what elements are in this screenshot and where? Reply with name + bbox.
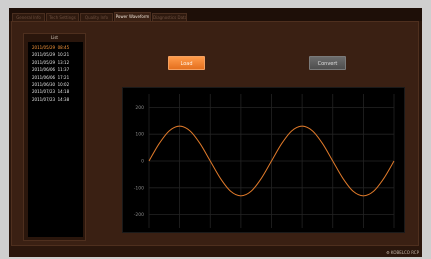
convert-button[interactable]: Convert	[309, 56, 346, 70]
list-item[interactable]: 2011/05/29 08:45	[32, 45, 69, 50]
tab-diagnostics-data[interactable]: Diagnostics Data	[152, 13, 187, 21]
list-item[interactable]: 2011/05/29 13:12	[32, 60, 69, 65]
waveform-chart: 200 100 0 -100 -200	[122, 87, 405, 233]
app-window: General Info Tech Settings Quality Info …	[9, 8, 422, 257]
waveform-content-panel: List 2011/05/29 08:45 2011/05/29 10:21 201…	[11, 21, 419, 246]
y-tick-label: -100	[134, 185, 144, 191]
list-item[interactable]: 2011/07/23 14:18	[32, 89, 69, 94]
list-item[interactable]: 2011/05/29 10:21	[32, 52, 69, 57]
list-item[interactable]: 2011/06/06 11:37	[32, 67, 69, 72]
list-item[interactable]: 2011/07/23 14:38	[32, 97, 69, 102]
list-item[interactable]: 2011/06/30 10:02	[32, 82, 69, 87]
load-button[interactable]: Load	[168, 56, 205, 70]
brand-logo: ⚙ KOBELCO RCP	[386, 250, 419, 255]
y-tick-label: 200	[135, 105, 144, 111]
waveform-chart-svg: 200 100 0 -100 -200	[134, 94, 395, 228]
y-tick-label: 100	[135, 132, 144, 138]
list-item[interactable]: 2011/06/06 17:21	[32, 75, 69, 80]
y-tick-label: -200	[134, 212, 144, 218]
tab-power-waveform[interactable]: Power Waveform	[114, 12, 151, 21]
tab-quality-info[interactable]: Quality Info	[80, 13, 113, 21]
record-list-panel: List 2011/05/29 08:45 2011/05/29 10:21 201…	[23, 33, 86, 241]
tab-general-info[interactable]: General Info	[12, 13, 45, 21]
record-list[interactable]: 2011/05/29 08:45 2011/05/29 10:21 2011/05/…	[28, 42, 83, 237]
list-title: List	[51, 35, 58, 40]
tab-tech-settings[interactable]: Tech Settings	[46, 13, 79, 21]
tab-bar: General Info Tech Settings Quality Info …	[9, 8, 422, 21]
y-tick-label: 0	[141, 159, 144, 165]
